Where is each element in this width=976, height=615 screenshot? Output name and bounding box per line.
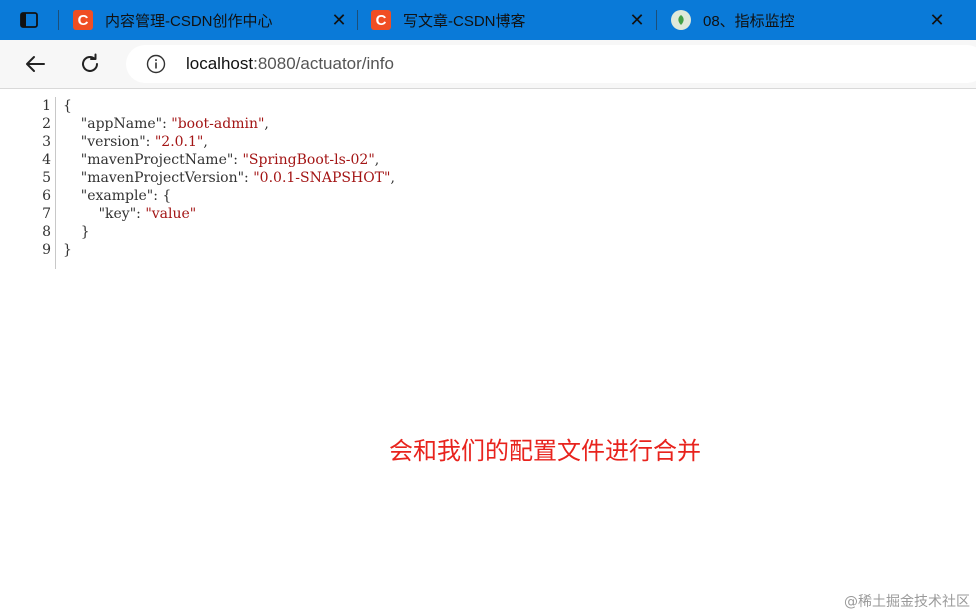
line-number: 2 [42,116,51,132]
json-line: { [63,97,395,115]
line-number: 9 [42,242,51,258]
json-token: { [63,98,72,114]
json-token: } [63,242,72,258]
info-icon[interactable] [146,54,166,74]
tab-write-article[interactable]: C 写文章-CSDN博客 ✕ [368,0,653,40]
json-token: "key": [63,206,146,222]
json-line: "mavenProjectVersion": "0.0.1-SNAPSHOT", [63,169,395,187]
tab-content-management[interactable]: C 内容管理-CSDN创作中心 ✕ [70,0,355,40]
url-text[interactable]: localhost:8080/actuator/info [186,54,394,74]
tab-title: 写文章-CSDN博客 [403,12,526,30]
arrow-left-icon [26,56,45,72]
tab-separator [58,10,59,30]
json-token: , [264,116,269,132]
line-number: 1 [42,98,51,114]
watermark: @稀土掘金技术社区 [844,594,970,610]
line-number: 3 [42,134,51,150]
spring-icon [671,10,691,30]
line-number: 4 [42,152,51,168]
json-line: "mavenProjectName": "SpringBoot-ls-02", [63,151,395,169]
json-token: "appName": [63,116,172,132]
close-icon[interactable]: ✕ [628,11,646,29]
reload-icon [82,53,98,72]
url-host: localhost [186,54,254,73]
tab-separator [357,10,358,30]
tab-strip: C 内容管理-CSDN创作中心 ✕ C 写文章-CSDN博客 ✕ 08、指标监控… [0,0,976,40]
json-token: } [63,224,90,240]
json-token: "mavenProjectName": [63,152,243,168]
json-string-value: "SpringBoot-ls-02" [242,152,375,168]
json-token: "version": [63,134,155,150]
json-token: "mavenProjectVersion": [63,170,254,186]
address-bar[interactable]: localhost:8080/actuator/info [126,45,976,83]
tab-metrics-monitoring[interactable]: 08、指标监控 ✕ [668,0,953,40]
json-token: , [203,134,208,150]
tab-separator [656,10,657,30]
annotation-text: 会和我们的配置文件进行合并 [389,437,701,465]
close-icon[interactable]: ✕ [928,11,946,29]
line-number: 7 [42,206,51,222]
line-number: 8 [42,224,51,240]
json-token: "example": { [63,188,172,204]
json-line: } [63,223,395,241]
tab-title: 08、指标监控 [703,12,795,30]
close-icon[interactable]: ✕ [330,11,348,29]
json-token: , [374,152,380,168]
line-number: 6 [42,188,51,204]
json-viewer: 1 2 3 4 5 6 7 8 9 { "appName": "boot-admin", "ve… [0,89,976,615]
json-string-value: "value" [145,206,197,222]
reload-button[interactable] [76,50,104,78]
json-line: "key": "value" [63,205,395,223]
line-number: 5 [42,170,51,186]
line-number-gutter: 1 2 3 4 5 6 7 8 9 [0,97,56,269]
json-line: "appName": "boot-admin", [63,115,395,133]
json-content: { "appName": "boot-admin", "version": "2… [63,97,395,259]
json-string-value: "0.0.1-SNAPSHOT" [253,170,391,186]
json-string-value: "boot-admin" [171,116,265,132]
tab-actions-icon[interactable] [18,9,40,31]
json-line: "example": { [63,187,395,205]
csdn-icon: C [371,10,391,30]
json-line: } [63,241,395,259]
url-path: :8080/actuator/info [253,54,394,73]
tab-title: 内容管理-CSDN创作中心 [105,12,273,30]
json-string-value: "2.0.1" [154,134,204,150]
json-line: "version": "2.0.1", [63,133,395,151]
browser-toolbar: localhost:8080/actuator/info [0,40,976,89]
back-button[interactable] [21,50,49,78]
json-token: , [390,170,395,186]
csdn-icon: C [73,10,93,30]
